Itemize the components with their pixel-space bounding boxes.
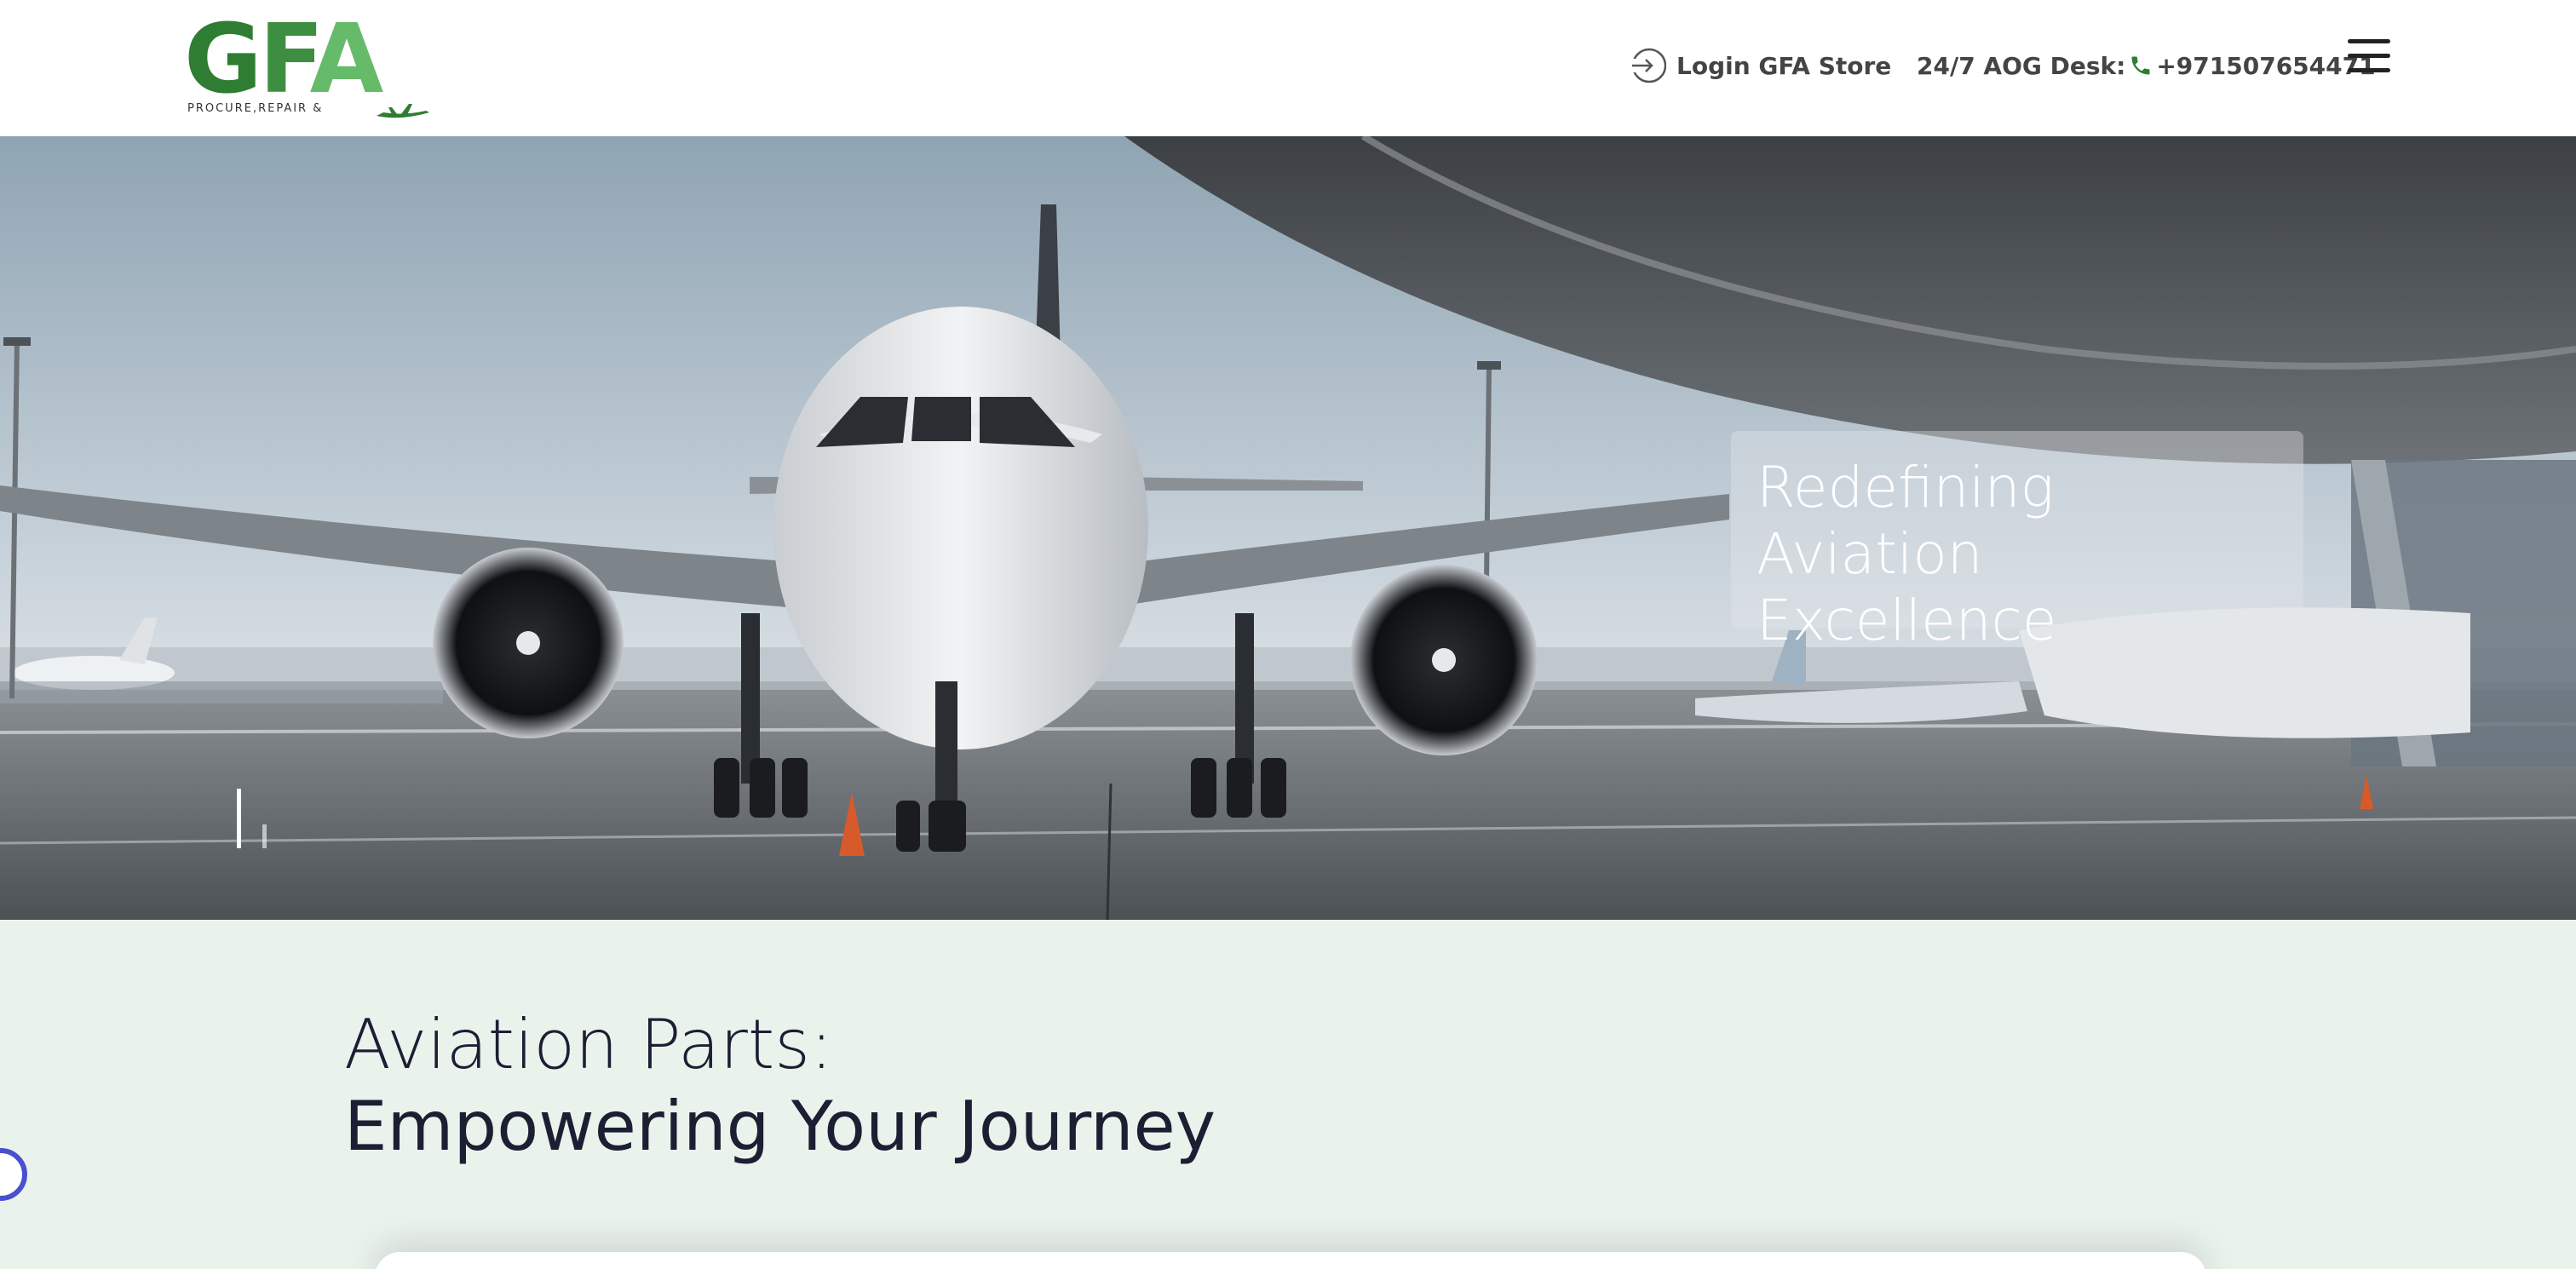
site-header: GFA PROCURE,REPAIR & Login GFA Store 24/…	[0, 0, 2576, 136]
logo-tagline: PROCURE,REPAIR &	[187, 102, 324, 115]
section-content-card	[375, 1252, 2206, 1269]
logo-plane-icon	[377, 104, 429, 118]
aog-phone-link[interactable]: +971507654471	[2156, 52, 2375, 80]
section-title-line2: Empowering Your Journey	[344, 1087, 1216, 1166]
hero-banner: Redefining Aviation Excellence	[0, 136, 2576, 920]
login-store-link[interactable]: Login GFA Store	[1629, 44, 1891, 87]
hero-headline-line2: Aviation Excellence	[1757, 521, 2057, 653]
hamburger-menu-icon[interactable]	[2348, 39, 2394, 77]
logo-wordmark: GFA	[184, 4, 383, 115]
login-store-label: Login GFA Store	[1676, 51, 1892, 80]
gfa-logo[interactable]: GFA PROCURE,REPAIR &	[184, 12, 431, 119]
login-arrow-icon	[1629, 48, 1666, 83]
aviation-parts-section: Aviation Parts: Empowering Your Journey	[0, 920, 2576, 1269]
phone-icon	[2131, 56, 2150, 75]
hero-slider-indicator[interactable]	[237, 789, 271, 848]
hero-headline-card: Redefining Aviation Excellence	[1731, 431, 2303, 653]
hero-headline-line1: Redefining	[1757, 455, 2055, 520]
aog-desk: 24/7 AOG Desk: +971507654471	[1917, 44, 2376, 87]
aog-desk-label: 24/7 AOG Desk:	[1917, 51, 2126, 80]
section-title-line1: Aviation Parts:	[344, 1005, 833, 1084]
